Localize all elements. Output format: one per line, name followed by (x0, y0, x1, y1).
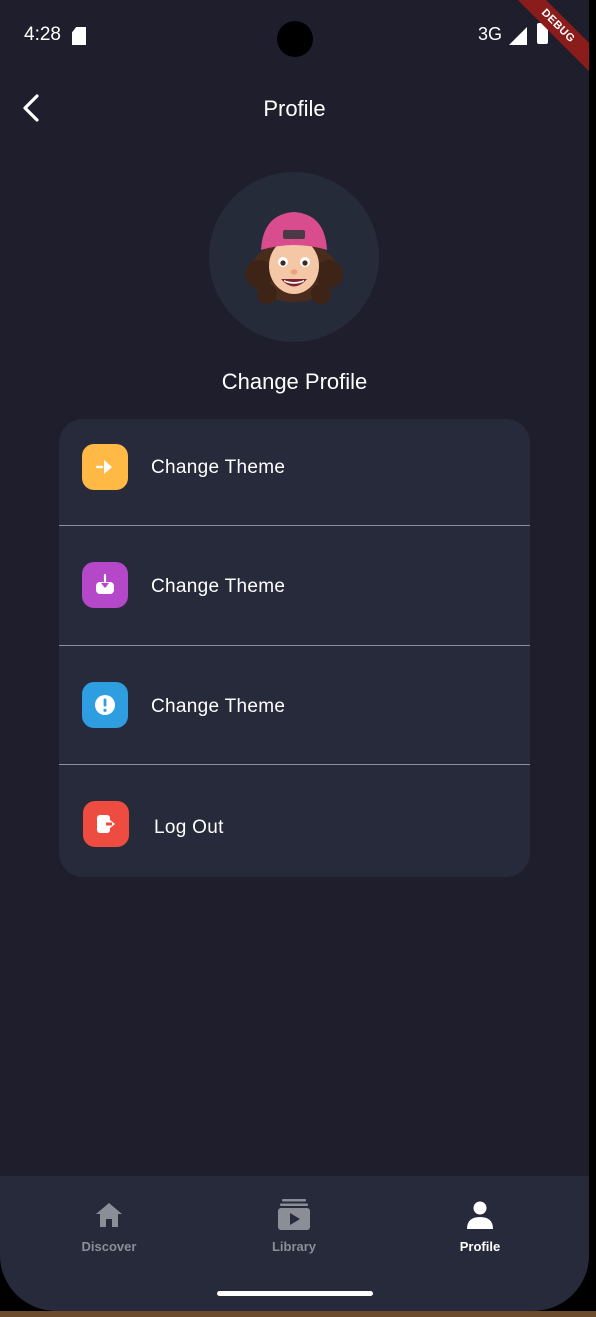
nav-item-discover[interactable]: Discover (54, 1198, 164, 1258)
nav-label: Library (271, 1239, 317, 1254)
menu-item-label: Change Theme (151, 576, 286, 597)
info-circle-icon (82, 682, 128, 728)
sd-card-icon (72, 27, 86, 45)
logout-icon (83, 801, 129, 847)
library-icon (278, 1199, 310, 1230)
desk-background (0, 1311, 596, 1317)
change-profile-label[interactable]: Change Profile (0, 369, 589, 395)
network-type: 3G (478, 24, 503, 44)
signal-icon (509, 27, 527, 45)
menu-item-log-out[interactable]: Log Out (59, 765, 530, 877)
menu-item-change-theme-2[interactable]: Change Theme (59, 526, 530, 644)
nav-label: Profile (459, 1239, 501, 1254)
status-time: 4:28 (24, 24, 61, 45)
status-bar: 4:28 3G (0, 18, 589, 57)
nav-item-profile[interactable]: Profile (425, 1198, 535, 1258)
device-frame: 4:28 3G DEBUG Profile Change Profile Cha… (0, 0, 596, 1317)
menu-item-label: Change Theme (151, 457, 286, 478)
camera-cutout (277, 21, 313, 57)
nav-item-library[interactable]: Library (239, 1198, 349, 1258)
avatar[interactable] (209, 172, 379, 342)
menu-item-label: Log Out (154, 817, 224, 838)
download-tray-icon (82, 562, 128, 608)
home-icon (96, 1203, 122, 1227)
arrow-right-circle-icon (82, 444, 128, 490)
home-indicator[interactable] (217, 1291, 373, 1296)
settings-menu: Change Theme Change Theme Change Theme L… (59, 419, 530, 877)
memoji-avatar (245, 212, 343, 304)
menu-item-change-theme-1[interactable]: Change Theme (59, 419, 530, 537)
page-title: Profile (263, 96, 326, 121)
nav-label: Discover (81, 1239, 137, 1254)
person-icon (467, 1201, 493, 1229)
menu-item-label: Change Theme (151, 696, 286, 717)
app-screen: 4:28 3G DEBUG Profile Change Profile Cha… (0, 0, 589, 1311)
app-bar: Profile (0, 86, 589, 130)
menu-item-change-theme-3[interactable]: Change Theme (59, 646, 530, 764)
